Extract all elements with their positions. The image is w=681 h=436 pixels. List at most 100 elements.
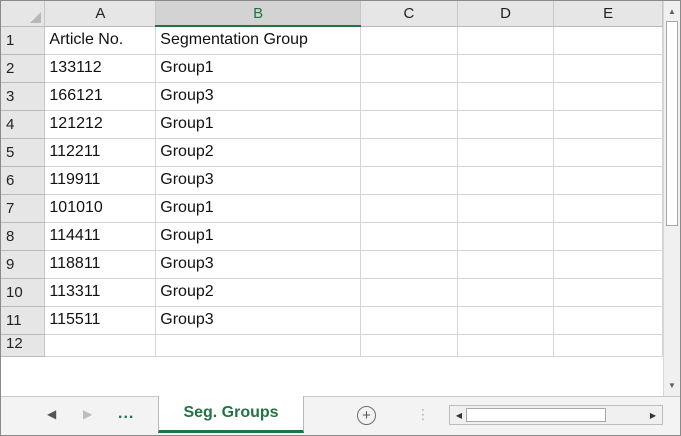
cell-a[interactable]: 113311 (44, 278, 157, 307)
add-sheet-icon[interactable]: + (357, 406, 376, 425)
cell-a[interactable]: 118811 (44, 250, 157, 279)
cell-c[interactable] (360, 306, 458, 335)
cell-c[interactable] (360, 250, 458, 279)
cell-c[interactable] (360, 222, 458, 251)
row-header[interactable]: 10 (1, 278, 46, 307)
cell-c[interactable] (360, 138, 458, 167)
cell-a[interactable]: 101010 (44, 194, 157, 223)
cell-d[interactable] (457, 166, 555, 195)
cell-c[interactable] (360, 54, 458, 83)
row-header[interactable]: 1 (1, 26, 46, 55)
cell-e[interactable] (553, 166, 663, 195)
sheet-tab-active[interactable]: Seg. Groups (158, 396, 304, 433)
cell-e[interactable] (553, 334, 663, 357)
cell-a[interactable]: 166121 (44, 82, 157, 111)
row-header[interactable]: 4 (1, 110, 46, 139)
cell-d[interactable] (457, 54, 555, 83)
prev-sheet-icon[interactable]: ◀ (47, 407, 56, 421)
row-header[interactable]: 7 (1, 194, 46, 223)
cell-a[interactable]: 121212 (44, 110, 157, 139)
column-header-a[interactable]: A (44, 1, 157, 27)
column-header-b[interactable]: B (155, 1, 362, 27)
select-all-corner[interactable] (1, 1, 46, 27)
cell-b[interactable]: Group2 (155, 138, 362, 167)
scroll-right-icon[interactable]: ▶ (646, 408, 660, 422)
table-row: 3 166121 Group3 (1, 82, 663, 111)
cell-d[interactable] (457, 110, 555, 139)
cell-a[interactable] (44, 334, 157, 357)
cell-b[interactable]: Group2 (155, 278, 362, 307)
cell-c[interactable] (360, 82, 458, 111)
cell-a[interactable]: 115511 (44, 306, 157, 335)
row-header[interactable]: 6 (1, 166, 46, 195)
cell-b[interactable] (155, 334, 362, 357)
cell-e[interactable] (553, 278, 663, 307)
vertical-scrollbar[interactable]: ▲ ▼ (663, 1, 680, 396)
row-header[interactable]: 5 (1, 138, 46, 167)
table-row: 7 101010 Group1 (1, 194, 663, 223)
vertical-scroll-thumb[interactable] (666, 21, 678, 226)
scroll-down-icon[interactable]: ▼ (665, 377, 679, 393)
cell-e[interactable] (553, 138, 663, 167)
cell-a[interactable]: 112211 (44, 138, 157, 167)
column-header-e[interactable]: E (553, 1, 663, 27)
cell-b[interactable]: Group3 (155, 82, 362, 111)
cell-d[interactable] (457, 250, 555, 279)
cell-b[interactable]: Group1 (155, 194, 362, 223)
horizontal-scroll-thumb[interactable] (466, 408, 606, 422)
cell-e[interactable] (553, 82, 663, 111)
cell-c[interactable] (360, 334, 458, 357)
cell-e1[interactable] (553, 26, 663, 55)
row-header[interactable]: 2 (1, 54, 46, 83)
split-handle-icon[interactable]: ⋮ (416, 406, 430, 423)
row-header[interactable]: 8 (1, 222, 46, 251)
table-row: 5 112211 Group2 (1, 138, 663, 167)
table-row: 12 (1, 334, 663, 357)
cell-c[interactable] (360, 166, 458, 195)
cell-e[interactable] (553, 222, 663, 251)
cell-b[interactable]: Group3 (155, 306, 362, 335)
cell-c[interactable] (360, 194, 458, 223)
cell-e[interactable] (553, 306, 663, 335)
row-header[interactable]: 3 (1, 82, 46, 111)
cell-b[interactable]: Group1 (155, 222, 362, 251)
table-row: 9 118811 Group3 (1, 250, 663, 279)
cell-e[interactable] (553, 110, 663, 139)
cell-e[interactable] (553, 54, 663, 83)
column-header-c[interactable]: C (360, 1, 458, 27)
cell-b[interactable]: Group1 (155, 110, 362, 139)
cell-d[interactable] (457, 222, 555, 251)
cell-d[interactable] (457, 278, 555, 307)
next-sheet-icon[interactable]: ▶ (83, 407, 92, 421)
cell-c1[interactable] (360, 26, 458, 55)
cell-b1[interactable]: Segmentation Group (155, 26, 362, 55)
table-row: 6 119911 Group3 (1, 166, 663, 195)
cell-a1[interactable]: Article No. (44, 26, 157, 55)
scroll-up-icon[interactable]: ▲ (665, 3, 679, 19)
cell-a[interactable]: 119911 (44, 166, 157, 195)
cell-b[interactable]: Group3 (155, 250, 362, 279)
cell-d1[interactable] (457, 26, 555, 55)
row-header[interactable]: 9 (1, 250, 46, 279)
cell-d[interactable] (457, 138, 555, 167)
cell-b[interactable]: Group1 (155, 54, 362, 83)
table-row: 4 121212 Group1 (1, 110, 663, 139)
row-header[interactable]: 12 (1, 334, 46, 357)
cell-d[interactable] (457, 334, 555, 357)
cell-d[interactable] (457, 306, 555, 335)
cell-e[interactable] (553, 194, 663, 223)
cell-b[interactable]: Group3 (155, 166, 362, 195)
more-sheets-button[interactable]: ... (118, 405, 134, 423)
cell-a[interactable]: 133112 (44, 54, 157, 83)
cell-a[interactable]: 114411 (44, 222, 157, 251)
table-row: 1 Article No. Segmentation Group (1, 26, 663, 55)
cell-c[interactable] (360, 278, 458, 307)
row-header[interactable]: 11 (1, 306, 46, 335)
cell-e[interactable] (553, 250, 663, 279)
column-header-d[interactable]: D (457, 1, 555, 27)
scroll-left-icon[interactable]: ◀ (452, 408, 466, 422)
cell-c[interactable] (360, 110, 458, 139)
cell-d[interactable] (457, 82, 555, 111)
horizontal-scrollbar[interactable]: ◀ ▶ (449, 405, 663, 425)
cell-d[interactable] (457, 194, 555, 223)
